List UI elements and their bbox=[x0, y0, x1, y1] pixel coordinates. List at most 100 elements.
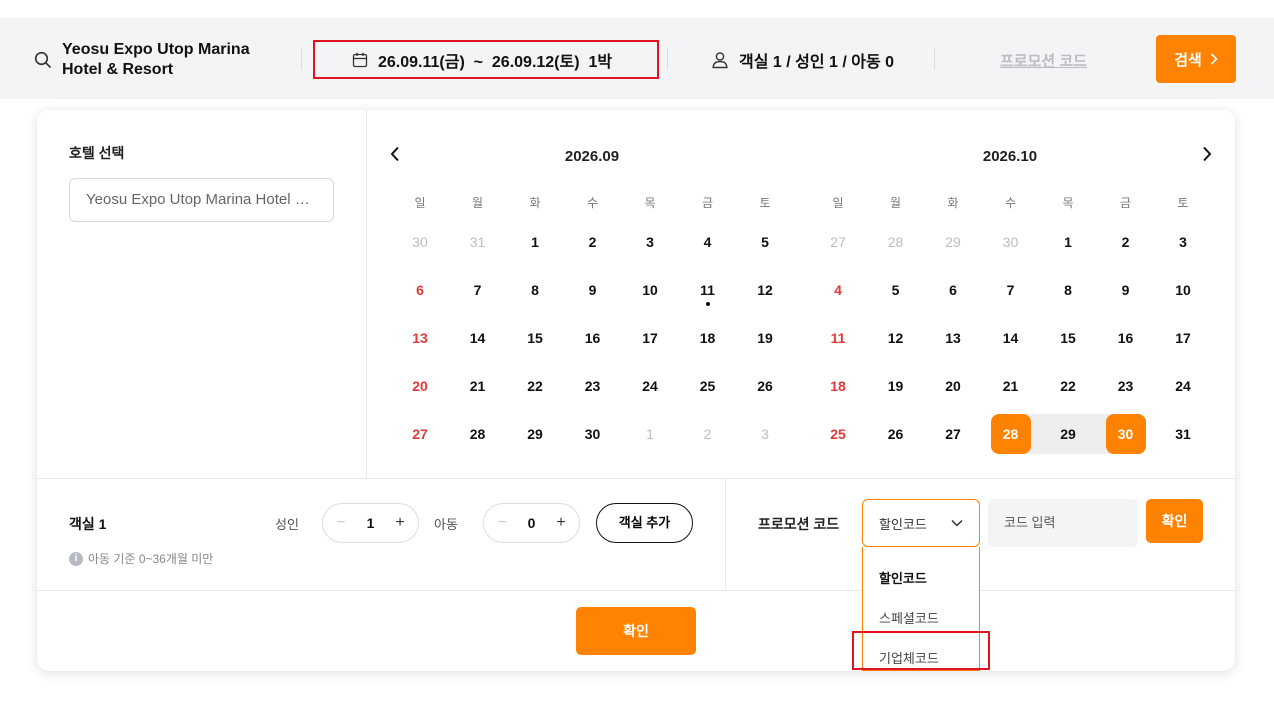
child-plus-button[interactable]: + bbox=[553, 514, 569, 532]
calendar-day[interactable]: 20 bbox=[400, 366, 440, 406]
search-button[interactable]: 검색 bbox=[1156, 35, 1236, 83]
calendar-day[interactable]: 16 bbox=[1106, 318, 1146, 358]
divider bbox=[37, 590, 1235, 591]
calendar-day[interactable]: 28 bbox=[458, 414, 498, 454]
calendar-day[interactable]: 10 bbox=[1163, 270, 1203, 310]
hotel-select-input[interactable]: Yeosu Expo Utop Marina Hotel & ... bbox=[69, 178, 334, 222]
calendar-day[interactable]: 25 bbox=[818, 414, 858, 454]
calendar-day[interactable]: 20 bbox=[933, 366, 973, 406]
weekday-label: 금 bbox=[701, 196, 714, 210]
hotel-name-line2: Hotel & Resort bbox=[62, 61, 174, 78]
calendar-day[interactable]: 14 bbox=[991, 318, 1031, 358]
calendar-day[interactable]: 7 bbox=[991, 270, 1031, 310]
calendar-day: 1 bbox=[646, 426, 654, 442]
calendar-day[interactable]: 9 bbox=[573, 270, 613, 310]
weekday-label: 수 bbox=[1004, 196, 1017, 210]
calendar-day[interactable]: 11 bbox=[818, 318, 858, 358]
calendar-day[interactable]: 14 bbox=[458, 318, 498, 358]
weekday-label: 일 bbox=[414, 196, 426, 210]
adult-minus-button[interactable]: − bbox=[333, 514, 349, 532]
calendar-day[interactable]: 24 bbox=[630, 366, 670, 406]
calendar-day[interactable]: 22 bbox=[1048, 366, 1088, 406]
calendar-day[interactable]: 5 bbox=[745, 222, 785, 262]
calendar-day[interactable]: 11 bbox=[688, 270, 728, 310]
calendar-day[interactable]: 17 bbox=[630, 318, 670, 358]
calendar-day[interactable]: 27 bbox=[933, 414, 973, 454]
calendar-day[interactable]: 18 bbox=[688, 318, 728, 358]
calendar-day[interactable]: 29 bbox=[1048, 414, 1088, 454]
calendar-day[interactable]: 19 bbox=[745, 318, 785, 358]
calendar-day[interactable]: 17 bbox=[1163, 318, 1203, 358]
calendar-day[interactable]: 15 bbox=[515, 318, 555, 358]
hotel-selector[interactable]: Yeosu Expo Utop Marina Hotel & Resort bbox=[34, 40, 272, 80]
calendar-day[interactable]: 22 bbox=[515, 366, 555, 406]
calendar-day[interactable]: 30 bbox=[573, 414, 613, 454]
child-minus-button[interactable]: − bbox=[494, 514, 510, 532]
info-icon: i bbox=[69, 551, 83, 566]
calendar-day: 29 bbox=[945, 234, 961, 250]
add-room-button[interactable]: 객실 추가 bbox=[596, 503, 693, 543]
weekday-label: 수 bbox=[586, 196, 599, 210]
promo-code-input[interactable]: 코드 입력 bbox=[988, 499, 1138, 547]
calendar-day[interactable]: 2 bbox=[573, 222, 613, 262]
calendar-day[interactable]: 26 bbox=[876, 414, 916, 454]
calendar-day[interactable]: 2 bbox=[1106, 222, 1146, 262]
weekday-label: 토 bbox=[759, 196, 771, 210]
calendar-day[interactable]: 21 bbox=[458, 366, 498, 406]
hotel-name: Yeosu Expo Utop Marina Hotel & Resort bbox=[62, 40, 272, 80]
calendar-day[interactable]: 29 bbox=[515, 414, 555, 454]
search-icon bbox=[34, 51, 51, 68]
calendar-day[interactable]: 1 bbox=[515, 222, 555, 262]
weekday-label: 일 bbox=[832, 196, 844, 210]
adult-label: 성인 bbox=[275, 517, 299, 532]
guest-selector[interactable]: 객실 1 / 성인 1 / 아동 0 bbox=[711, 48, 894, 72]
calendar-day[interactable]: 21 bbox=[991, 366, 1031, 406]
calendar-day[interactable]: 8 bbox=[1048, 270, 1088, 310]
month-title: 2026.10 bbox=[982, 148, 1038, 165]
calendar-day[interactable]: 3 bbox=[1163, 222, 1203, 262]
calendar-day[interactable]: 13 bbox=[400, 318, 440, 358]
calendar-day: 31 bbox=[469, 234, 486, 250]
calendar-day[interactable]: 18 bbox=[818, 366, 858, 406]
calendar-day[interactable]: 9 bbox=[1106, 270, 1146, 310]
calendar-day[interactable]: 16 bbox=[573, 318, 613, 358]
divider bbox=[37, 478, 1235, 479]
promo-type-select[interactable]: 할인코드 bbox=[862, 499, 980, 547]
calendar-day[interactable]: 6 bbox=[400, 270, 440, 310]
adult-plus-button[interactable]: + bbox=[392, 514, 408, 532]
calendar-day[interactable]: 23 bbox=[573, 366, 613, 406]
calendar-day[interactable]: 30 bbox=[1105, 414, 1146, 454]
calendar-day[interactable]: 24 bbox=[1163, 366, 1203, 406]
divider bbox=[667, 48, 668, 70]
calendar-day[interactable]: 25 bbox=[688, 366, 728, 406]
child-stepper: − 0 + bbox=[483, 503, 580, 543]
calendar-day[interactable]: 6 bbox=[933, 270, 973, 310]
calendar-day[interactable]: 10 bbox=[630, 270, 670, 310]
calendar-day[interactable]: 3 bbox=[630, 222, 670, 262]
promo-apply-button[interactable]: 확인 bbox=[1146, 499, 1203, 543]
calendar-day[interactable]: 7 bbox=[458, 270, 498, 310]
calendar-day[interactable]: 19 bbox=[876, 366, 916, 406]
calendar-day[interactable]: 31 bbox=[1163, 414, 1203, 454]
confirm-button[interactable]: 확인 bbox=[576, 607, 696, 655]
calendar-day[interactable]: 13 bbox=[933, 318, 973, 358]
calendar-day[interactable]: 5 bbox=[876, 270, 916, 310]
chevron-right-icon bbox=[1210, 53, 1218, 65]
calendar-day[interactable]: 4 bbox=[818, 270, 858, 310]
calendar-day[interactable]: 23 bbox=[1106, 366, 1146, 406]
weekday-label: 화 bbox=[529, 196, 541, 210]
calendar-day[interactable]: 12 bbox=[745, 270, 785, 310]
calendar-day[interactable]: 4 bbox=[688, 222, 728, 262]
calendar-day[interactable]: 27 bbox=[400, 414, 440, 454]
calendar-day[interactable]: 1 bbox=[1048, 222, 1088, 262]
calendar-day[interactable]: 12 bbox=[876, 318, 916, 358]
calendar-day[interactable]: 15 bbox=[1048, 318, 1088, 358]
promo-option-special[interactable]: 스페셜코드 bbox=[879, 608, 939, 627]
calendar-day[interactable]: 28 bbox=[990, 414, 1031, 454]
promo-code-label: 프로모션 코드 bbox=[758, 516, 840, 532]
promo-code-link[interactable]: 프로모션 코드 bbox=[1000, 50, 1087, 71]
calendar-day[interactable]: 26 bbox=[745, 366, 785, 406]
weekday-label: 금 bbox=[1119, 196, 1132, 210]
calendar-day[interactable]: 8 bbox=[515, 270, 555, 310]
promo-option-discount[interactable]: 할인코드 bbox=[879, 568, 927, 587]
